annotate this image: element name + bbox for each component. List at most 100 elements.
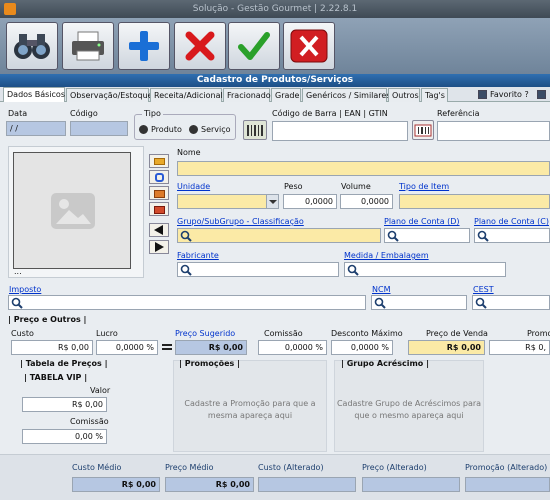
custo-alterado-field <box>258 477 356 492</box>
nome-field[interactable] <box>177 161 550 176</box>
tab-grade[interactable]: Grade <box>271 88 301 102</box>
tipo-item-field[interactable] <box>399 194 550 209</box>
image-delete-button[interactable] <box>149 202 169 216</box>
vip-comissao-field[interactable]: 0,00 % <box>22 429 107 444</box>
peso-field[interactable]: 0,0000 <box>283 194 337 209</box>
delete-image-icon <box>154 206 165 214</box>
preco-venda-field[interactable]: R$ 0,00 <box>408 340 485 355</box>
save-image-icon <box>154 190 165 198</box>
product-image[interactable] <box>13 152 131 269</box>
add-button[interactable] <box>118 22 170 70</box>
print-button[interactable] <box>62 22 114 70</box>
custo-medio-field: R$ 0,00 <box>72 477 160 492</box>
custo-label: Custo <box>11 329 34 338</box>
close-button[interactable] <box>283 22 335 70</box>
desconto-maximo-field[interactable]: 0,0000 % <box>331 340 393 355</box>
chevron-down-icon[interactable] <box>266 195 278 208</box>
close-icon <box>290 29 328 63</box>
codigo-field[interactable] <box>70 121 128 136</box>
tabela-precos-heading: | Tabela de Preços | <box>20 359 108 368</box>
search-icon[interactable] <box>11 297 23 309</box>
image-link-button[interactable] <box>149 170 169 184</box>
vip-comissao-label: Comissão <box>70 417 109 426</box>
search-icon[interactable] <box>387 230 399 242</box>
tab-genericos-similares[interactable]: Genéricos / Similares <box>302 88 391 102</box>
barcode-list-button[interactable] <box>412 120 434 140</box>
image-prev-button[interactable] <box>149 223 169 237</box>
servico-radio[interactable] <box>189 125 198 134</box>
imposto-link[interactable]: Imposto <box>9 285 41 294</box>
plano-conta-d-link[interactable]: Plano de Conta (D) <box>384 217 460 226</box>
image-save-button[interactable] <box>149 186 169 200</box>
medida-link[interactable]: Medida / Embalagem <box>344 251 429 260</box>
app-icon <box>4 3 16 15</box>
preco-medio-field: R$ 0,00 <box>165 477 254 492</box>
image-next-button[interactable] <box>149 240 169 254</box>
nome-label: Nome <box>177 148 201 157</box>
vip-valor-field[interactable]: R$ 0,00 <box>22 397 107 412</box>
imposto-field[interactable] <box>8 295 366 310</box>
tab-dados-basicos[interactable]: Dados Básicos <box>3 87 65 102</box>
tab-observacao-estoque[interactable]: Observação/Estoque <box>66 88 153 102</box>
folder-icon <box>154 158 165 165</box>
grupo-acrescimo-heading: | Grupo Acréscimo | <box>341 359 430 368</box>
comissao-field[interactable]: 0,0000 % <box>258 340 327 355</box>
data-field[interactable]: / / <box>6 121 66 136</box>
produto-radio[interactable] <box>139 125 148 134</box>
search-icon[interactable] <box>180 230 192 242</box>
peso-label: Peso <box>284 182 303 191</box>
lucro-field[interactable]: 0,0000 % <box>96 340 158 355</box>
tab-tags[interactable]: Tag's <box>421 88 448 102</box>
search-icon[interactable] <box>180 264 192 276</box>
ncm-link[interactable]: NCM <box>372 285 390 294</box>
fabricante-field[interactable] <box>177 262 339 277</box>
grupo-field[interactable] <box>177 228 381 243</box>
codigo-barra-field[interactable] <box>272 121 408 141</box>
cest-field[interactable] <box>472 295 550 310</box>
plano-conta-d-field[interactable] <box>384 228 470 243</box>
ativo-checkbox[interactable] <box>537 90 546 99</box>
fabricante-link[interactable]: Fabricante <box>177 251 219 260</box>
medida-field[interactable] <box>344 262 506 277</box>
search-button[interactable] <box>6 22 58 70</box>
generate-barcode-button[interactable] <box>243 120 267 140</box>
tipo-item-link[interactable]: Tipo de Item <box>399 182 449 191</box>
data-label: Data <box>8 109 28 118</box>
tab-fracionado[interactable]: Fracionado <box>223 88 271 102</box>
link-icon <box>155 173 164 182</box>
unidade-link[interactable]: Unidade <box>177 182 210 191</box>
form-title: Cadastro de Produtos/Serviços <box>0 74 550 87</box>
custo-field[interactable]: R$ 0,00 <box>11 340 93 355</box>
search-icon[interactable] <box>475 297 487 309</box>
favorito-checkbox[interactable] <box>478 90 487 99</box>
delete-button[interactable] <box>174 22 226 70</box>
preco-alterado-field <box>362 477 460 492</box>
unidade-select[interactable] <box>177 194 279 209</box>
grupo-link[interactable]: Grupo/SubGrupo - Classificação <box>177 217 304 226</box>
preco-sugerido-field: R$ 0,00 <box>175 340 247 355</box>
cest-link[interactable]: CEST <box>473 285 494 294</box>
confirm-button[interactable] <box>228 22 280 70</box>
barcode-icon <box>247 125 263 136</box>
search-icon[interactable] <box>477 230 489 242</box>
servico-label: Serviço <box>201 125 231 134</box>
binoculars-icon <box>14 34 50 59</box>
plus-icon <box>129 31 159 61</box>
tab-bar: Dados Básicos Observação/Estoque Receita… <box>0 87 550 102</box>
plano-conta-c-link[interactable]: Plano de Conta (C) <box>474 217 549 226</box>
custo-alterado-label: Custo (Alterado) <box>258 463 324 472</box>
comissao-label: Comissão <box>264 329 303 338</box>
search-icon[interactable] <box>347 264 359 276</box>
custo-medio-label: Custo Médio <box>72 463 122 472</box>
promocao-field[interactable]: R$ 0, <box>489 340 550 355</box>
ncm-field[interactable] <box>371 295 467 310</box>
favorito-label: Favorito ? <box>490 90 529 99</box>
volume-field[interactable]: 0,0000 <box>340 194 393 209</box>
search-icon[interactable] <box>374 297 386 309</box>
tab-receita-adicional[interactable]: Receita/Adicional <box>150 88 223 102</box>
tab-outros[interactable]: Outros <box>388 88 420 102</box>
referencia-field[interactable] <box>437 121 550 141</box>
preco-outros-heading: | Preço e Outros | <box>8 315 87 324</box>
image-open-button[interactable] <box>149 154 169 168</box>
plano-conta-c-field[interactable] <box>474 228 550 243</box>
